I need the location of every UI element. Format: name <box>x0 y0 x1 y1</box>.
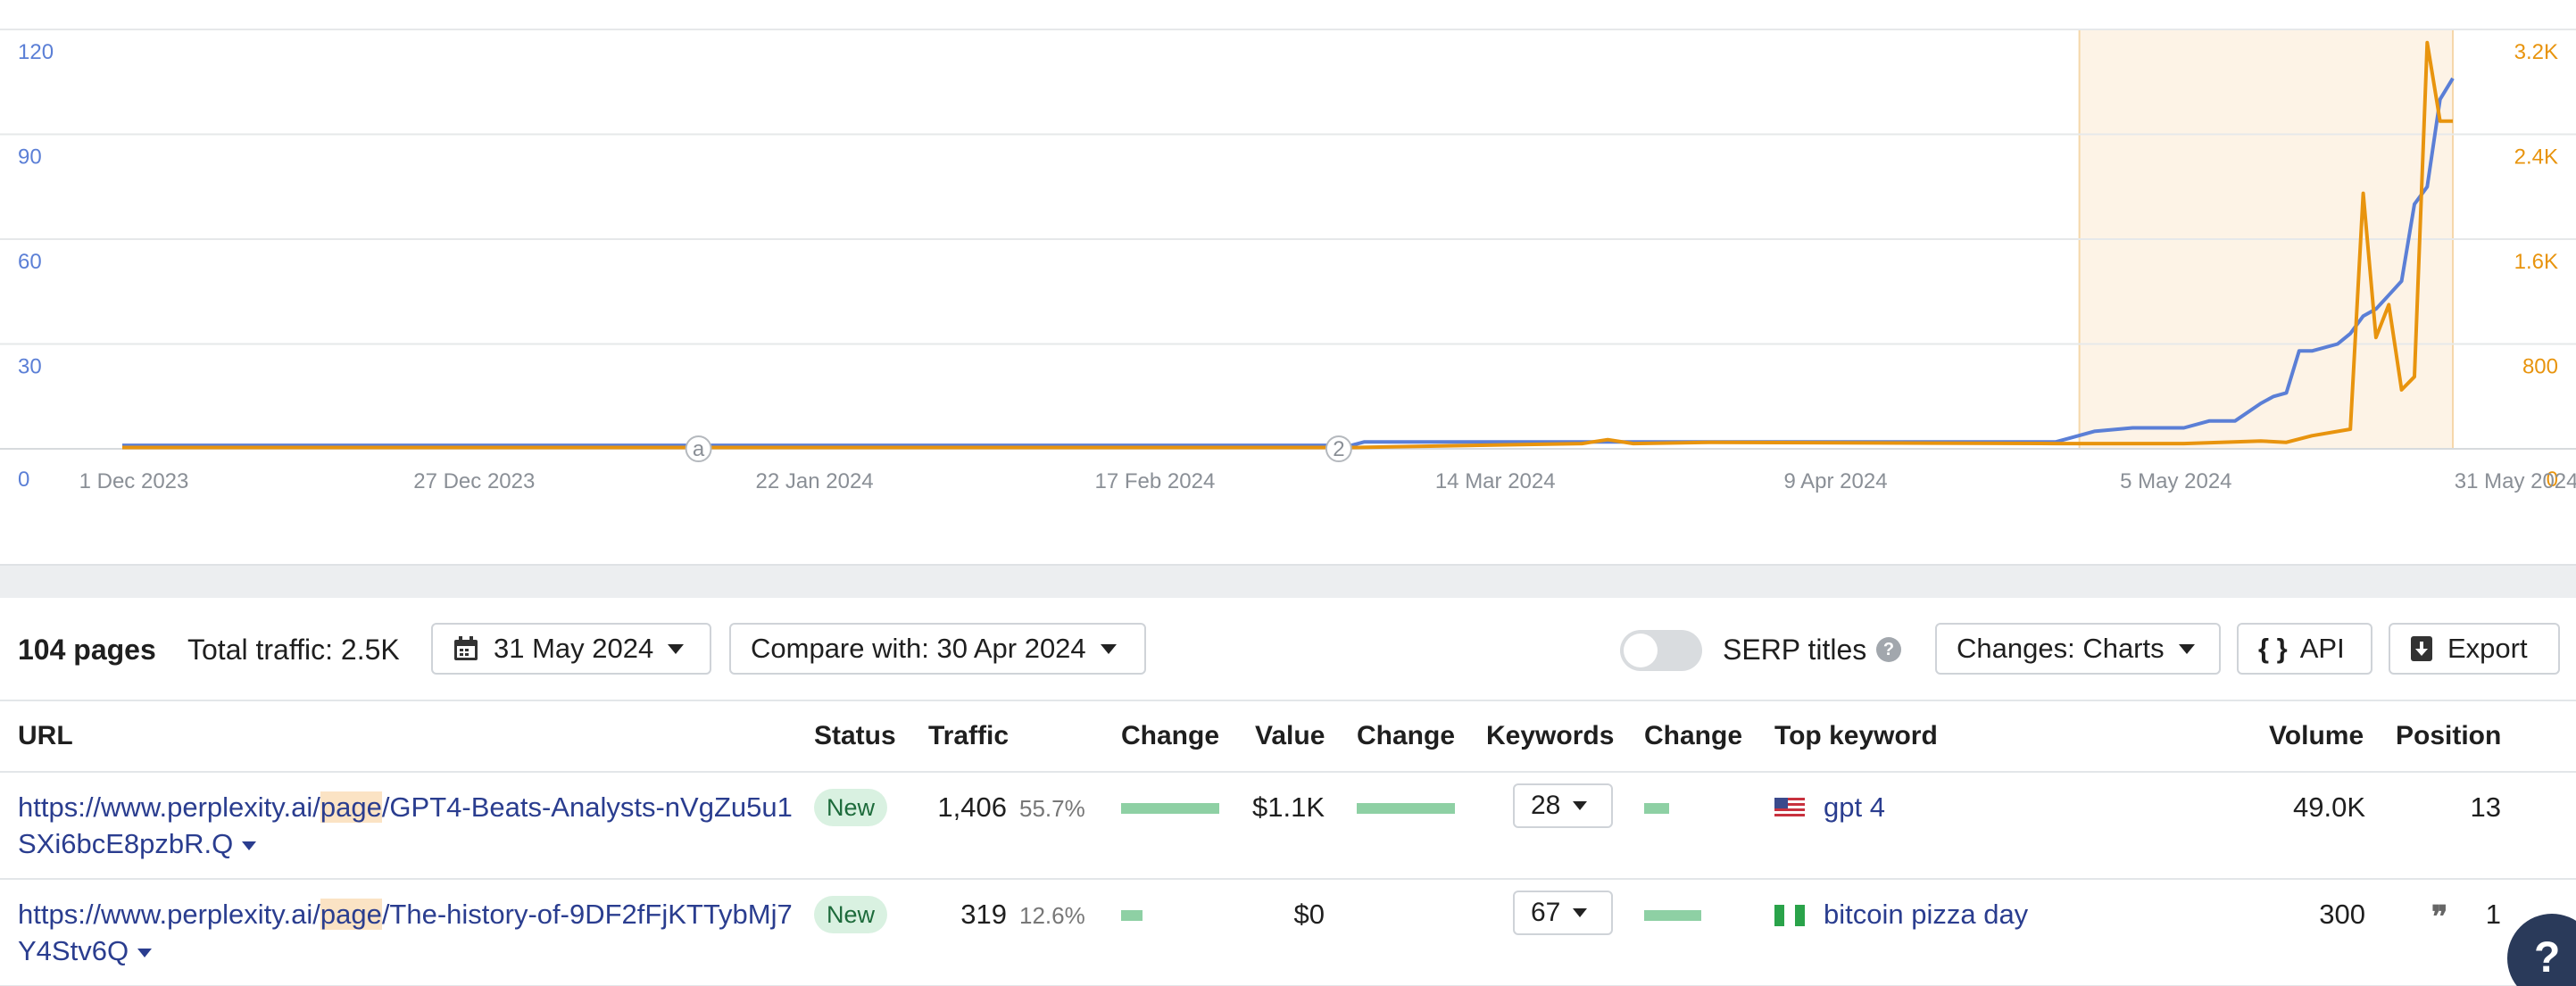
url-highlight: page <box>320 791 382 823</box>
compare-label: Compare with: 30 Apr 2024 <box>751 633 1086 664</box>
x-tick-label: 17 Feb 2024 <box>1095 469 1216 493</box>
col-traffic[interactable]: Traffic <box>928 721 1009 751</box>
y-left-tick: 60 <box>18 250 42 274</box>
x-tick-label: 5 May 2024 <box>2120 469 2231 493</box>
keywords-change-bar <box>1644 803 1669 814</box>
x-tick-label: 27 Dec 2023 <box>413 469 535 493</box>
y-right-tick: 3.2K <box>2514 40 2558 64</box>
download-icon <box>2411 636 2432 661</box>
export-label: Export <box>2447 633 2528 664</box>
traffic-chart: 0 30 60 90 120 0 800 1.6K 2.4K 3.2K 1 Dec 2023 27 D… <box>0 0 2576 562</box>
x-tick-label: 9 Apr 2024 <box>1783 469 1887 493</box>
serp-titles-label: SERP titles <box>1723 634 1867 666</box>
total-traffic: Total traffic: 2.5K <box>187 634 400 666</box>
table-header: URL Status Traffic Change Value Change K… <box>0 700 2576 773</box>
url-prefix: https://www.perplexity.ai/ <box>18 791 320 823</box>
y-left-tick: 90 <box>18 145 42 170</box>
x-tick-label: 31 May 2024 <box>2455 469 2576 493</box>
compare-date-button[interactable]: Compare with: 30 Apr 2024 <box>729 623 1146 675</box>
traffic-change-bar <box>1121 803 1219 814</box>
y-right-tick: 2.4K <box>2514 145 2558 170</box>
status-badge: New <box>814 789 888 826</box>
traffic-value: 319 <box>960 899 1007 930</box>
us-flag-icon <box>1774 798 1805 819</box>
annotation-label: 2 <box>1333 437 1344 461</box>
ng-flag-icon <box>1774 905 1805 926</box>
keyword-volume: 300 <box>2319 899 2365 930</box>
top-keyword-link[interactable]: bitcoin pizza day <box>1824 896 2028 933</box>
api-button[interactable]: { } API <box>2237 623 2372 675</box>
changes-mode-button[interactable]: Changes: Charts <box>1935 623 2221 675</box>
chevron-down-icon[interactable] <box>137 948 153 957</box>
value-change-bar <box>1357 803 1455 814</box>
y-right-tick: 800 <box>2522 355 2558 379</box>
chevron-down-icon <box>1100 643 1117 654</box>
col-top-keyword[interactable]: Top keyword <box>1774 721 1938 751</box>
url-highlight: page <box>320 899 382 930</box>
traffic-change-bar <box>1121 910 1143 921</box>
chevron-down-icon <box>668 643 685 654</box>
chevron-down-icon <box>2178 643 2195 654</box>
value-amount: $1.1K <box>1251 791 1325 823</box>
braces-icon: { } <box>2258 633 2288 664</box>
date-label: 31 May 2024 <box>494 633 654 664</box>
keywords-dropdown[interactable]: 28 <box>1513 783 1613 828</box>
page-url-link[interactable]: https://www.perplexity.ai/page/GPT4-Beat… <box>18 789 794 862</box>
table-row: https://www.perplexity.ai/page/GPT4-Beat… <box>0 773 2576 880</box>
traffic-share: 12.6% <box>1019 902 1085 929</box>
keyword-volume: 49.0K <box>2292 791 2365 823</box>
toggle-knob <box>1624 634 1658 667</box>
y-right-tick: 1.6K <box>2514 250 2558 274</box>
top-keyword-link[interactable]: gpt 4 <box>1824 789 1885 826</box>
chevron-down-icon <box>1573 908 1588 917</box>
keywords-count: 67 <box>1531 898 1561 927</box>
export-button[interactable]: Export <box>2389 623 2560 675</box>
api-label: API <box>2299 633 2345 664</box>
pages-toolbar: 104 pages Total traffic: 2.5K 31 May 202… <box>0 616 2576 682</box>
col-keywords-change[interactable]: Change <box>1644 721 1742 751</box>
col-keywords[interactable]: Keywords <box>1486 721 1614 751</box>
annotation-label: a <box>693 437 705 461</box>
section-divider <box>0 564 2576 598</box>
page-url-link[interactable]: https://www.perplexity.ai/page/The-histo… <box>18 896 794 969</box>
pages-count: 104 pages <box>18 634 156 666</box>
chevron-down-icon[interactable] <box>242 841 257 850</box>
col-url[interactable]: URL <box>18 721 73 751</box>
value-amount: $0 <box>1293 899 1325 930</box>
keywords-count: 28 <box>1531 791 1561 820</box>
col-status[interactable]: Status <box>814 721 896 751</box>
traffic-value: 1,406 <box>937 791 1007 823</box>
serp-titles-toggle[interactable] <box>1620 630 1702 671</box>
table-row: https://www.perplexity.ai/page/The-histo… <box>0 880 2576 986</box>
traffic-share: 55.7% <box>1019 795 1085 822</box>
y-left-tick: 30 <box>18 355 42 379</box>
chevron-down-icon <box>1573 801 1588 810</box>
col-value[interactable]: Value <box>1255 721 1325 751</box>
date-picker-button[interactable]: 31 May 2024 <box>431 623 711 675</box>
calendar-icon <box>454 636 478 660</box>
changes-label: Changes: Charts <box>1957 633 2165 664</box>
keywords-dropdown[interactable]: 67 <box>1513 891 1613 935</box>
y-left-tick: 120 <box>18 40 54 64</box>
keyword-position: 1 <box>2485 899 2501 930</box>
x-tick-label: 14 Mar 2024 <box>1435 469 1556 493</box>
col-volume[interactable]: Volume <box>2269 721 2364 751</box>
chart-svg: 030609012008001.6K2.4K3.2K1 Dec 2023 27 D… <box>0 29 2576 493</box>
x-tick-label: 22 Jan 2024 <box>756 469 874 493</box>
col-position[interactable]: Position <box>2396 721 2501 751</box>
status-badge: New <box>814 896 888 933</box>
url-prefix: https://www.perplexity.ai/ <box>18 899 320 930</box>
col-traffic-change[interactable]: Change <box>1121 721 1219 751</box>
help-icon[interactable]: ? <box>1876 637 1901 662</box>
keyword-position: 13 <box>2470 791 2501 823</box>
col-value-change[interactable]: Change <box>1357 721 1455 751</box>
y-left-tick: 0 <box>18 468 29 492</box>
x-tick-label: 1 Dec 2023 <box>79 469 189 493</box>
keywords-change-bar <box>1644 910 1701 921</box>
featured-snippet-icon: ❞ <box>2431 899 2448 935</box>
